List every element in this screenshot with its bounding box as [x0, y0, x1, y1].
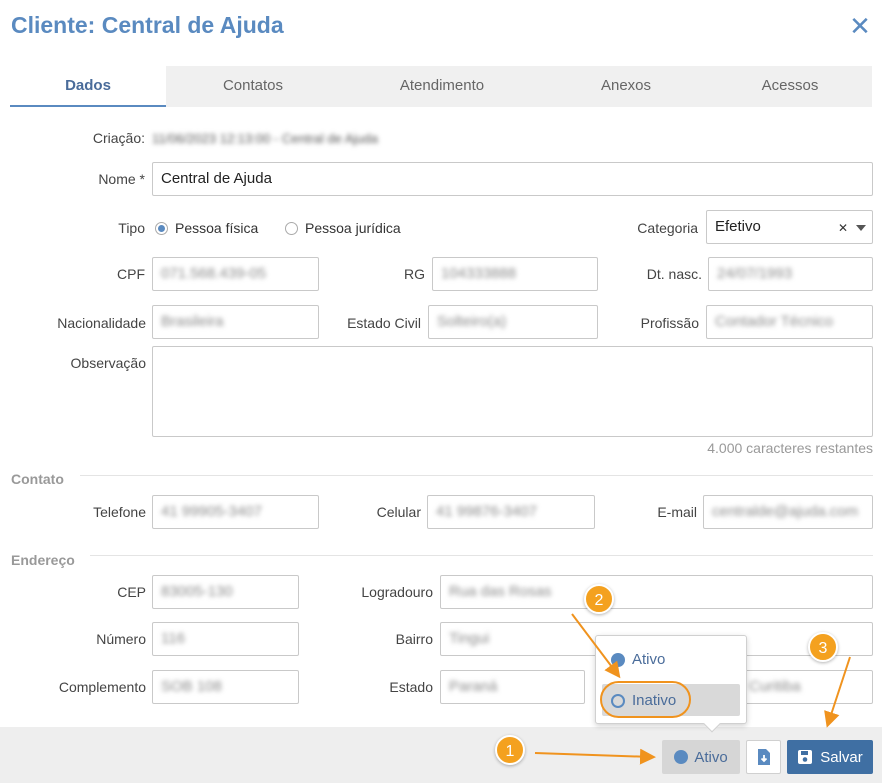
rg-input[interactable]: 104333888	[432, 257, 598, 291]
tab-acessos[interactable]: Acessos	[708, 66, 872, 107]
dtnasc-input[interactable]: 24/07/1993	[708, 257, 873, 291]
telefone-value: 41 99905-3407	[161, 503, 262, 520]
estadocivil-value: Solteiro(a)	[437, 313, 507, 330]
save-label: Salvar	[820, 748, 863, 766]
char-counter: 4.000 caracteres restantes	[707, 440, 873, 456]
numero-value: 116	[161, 630, 185, 647]
status-option-ativo[interactable]: Ativo	[611, 651, 665, 668]
celular-input[interactable]: 41 99876-3407	[427, 495, 595, 529]
categoria-label: Categoria	[637, 220, 698, 236]
estado-label: Estado	[389, 679, 433, 695]
nome-label: Nome *	[98, 171, 145, 187]
cidade-value: Curitiba	[749, 678, 801, 695]
rg-value: 104333888	[441, 265, 517, 282]
observacao-textarea[interactable]	[152, 346, 873, 437]
rg-label: RG	[404, 266, 425, 282]
estado-select[interactable]: Paraná	[440, 670, 585, 704]
file-export-icon-svg	[757, 749, 770, 765]
telefone-label: Telefone	[93, 504, 146, 520]
radio-pessoa-fisica-label: Pessoa física	[175, 220, 259, 236]
nacionalidade-value: Brasileira	[161, 313, 224, 330]
tab-bar: Dados Contatos Atendimento Anexos Acesso…	[10, 66, 872, 107]
tab-contatos[interactable]: Contatos	[166, 66, 340, 107]
bairro-label: Bairro	[395, 631, 433, 647]
categoria-value: Efetivo	[715, 218, 761, 235]
profissao-value: Contador Técnico	[715, 313, 834, 330]
bairro-value: Tingui	[449, 630, 490, 647]
estadocivil-select[interactable]: Solteiro(a)	[428, 305, 598, 339]
clear-icon[interactable]: ✕	[838, 221, 848, 235]
tab-atendimento[interactable]: Atendimento	[340, 66, 544, 107]
cpf-label: CPF	[117, 266, 145, 282]
annotation-badge-3: 3	[808, 632, 838, 662]
cep-input[interactable]: 83005-130	[152, 575, 299, 609]
radio-pessoa-juridica-label: Pessoa jurídica	[305, 220, 401, 236]
profissao-input[interactable]: Contador Técnico	[706, 305, 873, 339]
section-contato: Contato	[11, 471, 64, 487]
radio-pessoa-fisica[interactable]: Pessoa física	[155, 220, 258, 236]
cidade-select[interactable]: Curitiba	[740, 670, 873, 704]
complemento-label: Complemento	[58, 679, 146, 695]
status-toggle-button[interactable]: Ativo	[662, 740, 740, 774]
save-button[interactable]: Salvar	[787, 740, 873, 774]
observacao-label: Observação	[70, 355, 146, 371]
radio-selected-icon	[155, 221, 168, 235]
divider	[90, 555, 873, 556]
email-input[interactable]: centralde@ajuda.com	[703, 495, 873, 529]
email-label: E-mail	[657, 504, 697, 520]
status-option-ativo-label: Ativo	[632, 651, 666, 668]
logradouro-value: Rua das Rosas	[449, 583, 552, 600]
dialog-title: Cliente: Central de Ajuda	[11, 12, 284, 38]
nome-input[interactable]: Central de Ajuda	[152, 162, 873, 196]
tab-anexos[interactable]: Anexos	[544, 66, 708, 107]
dtnasc-label: Dt. nasc.	[646, 266, 702, 282]
numero-input[interactable]: 116	[152, 622, 299, 656]
section-endereco: Endereço	[11, 552, 75, 568]
file-export-icon[interactable]	[746, 740, 781, 774]
cpf-input[interactable]: 071.568.439-05	[152, 257, 319, 291]
telefone-input[interactable]: 41 99905-3407	[152, 495, 319, 529]
floppy-disk-icon	[798, 750, 813, 764]
option-active-dot-icon	[611, 652, 625, 667]
estadocivil-label: Estado Civil	[347, 315, 421, 331]
complemento-input[interactable]: SOB 108	[152, 670, 299, 704]
radio-pessoa-juridica[interactable]: Pessoa jurídica	[285, 220, 401, 236]
complemento-value: SOB 108	[161, 678, 222, 695]
estado-value: Paraná	[449, 678, 498, 695]
cep-value: 83005-130	[161, 583, 233, 600]
email-value: centralde@ajuda.com	[712, 503, 859, 520]
criacao-label: Criação:	[92, 130, 145, 146]
radio-unselected-icon	[285, 221, 298, 235]
profissao-label: Profissão	[640, 315, 699, 331]
cpf-value: 071.568.439-05	[161, 265, 267, 282]
dtnasc-value: 24/07/1993	[717, 265, 793, 282]
logradouro-label: Logradouro	[361, 584, 433, 600]
annotation-badge-2: 2	[584, 584, 614, 614]
logradouro-input[interactable]: Rua das Rosas	[440, 575, 873, 609]
annotation-highlight-ring	[600, 681, 691, 718]
cep-label: CEP	[117, 584, 146, 600]
divider	[80, 475, 873, 476]
nacionalidade-label: Nacionalidade	[57, 315, 146, 331]
annotation-badge-1: 1	[495, 735, 525, 765]
close-icon[interactable]: ✕	[848, 12, 872, 40]
status-label: Ativo	[694, 748, 728, 766]
tab-dados[interactable]: Dados	[10, 66, 166, 107]
celular-label: Celular	[376, 504, 421, 520]
criacao-value: 11/06/2023 12:13:00 - Central de Ajuda	[152, 131, 378, 146]
chevron-down-icon[interactable]	[856, 225, 866, 231]
celular-value: 41 99876-3407	[436, 503, 537, 520]
tipo-label: Tipo	[118, 220, 145, 236]
nacionalidade-input[interactable]: Brasileira	[152, 305, 319, 339]
status-dot-icon	[674, 750, 689, 764]
numero-label: Número	[96, 631, 146, 647]
